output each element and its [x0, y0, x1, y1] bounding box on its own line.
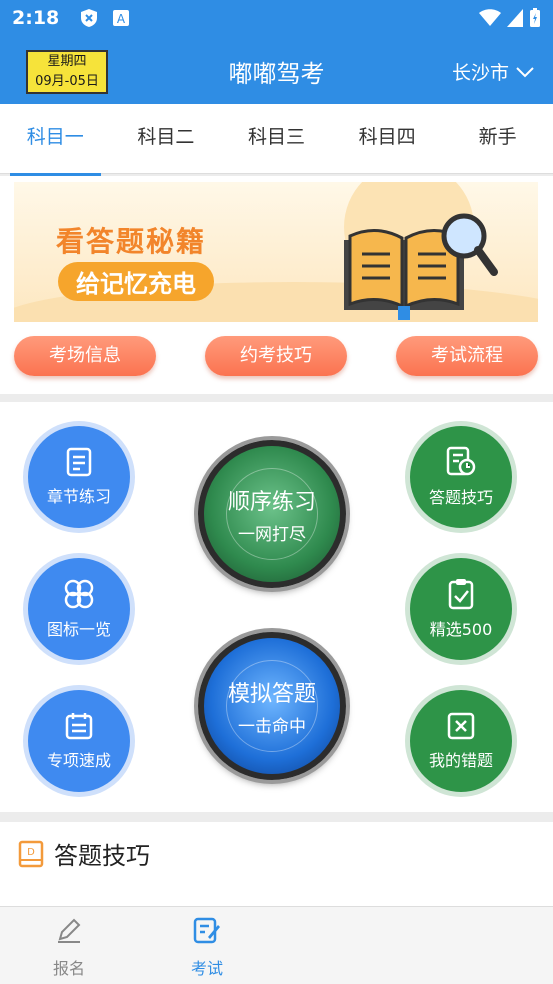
section-title: 答题技巧 — [54, 842, 150, 870]
promo-banner[interactable]: 看答题秘籍 给记忆充电 — [14, 182, 538, 322]
clipboard-check-icon — [448, 579, 474, 610]
exam-site-info-button[interactable]: 考场信息 — [14, 336, 156, 376]
shield-icon — [81, 9, 98, 27]
exam-edit-icon — [193, 917, 220, 944]
status-time: 2:18 — [12, 7, 60, 29]
nav-third[interactable] — [276, 907, 414, 984]
clover-icon — [64, 579, 94, 609]
quick-links: 考场信息 约考技巧 考试流程 — [14, 336, 538, 376]
section-header: D 答题技巧 — [18, 836, 150, 871]
answer-tips-button[interactable]: 答题技巧 — [410, 426, 512, 528]
error-document-icon — [447, 712, 475, 740]
radar-ring — [226, 660, 318, 752]
icon-overview-button[interactable]: 图标一览 — [28, 558, 130, 660]
tips-section: D 答题技巧 — [0, 822, 553, 912]
clock-document-icon — [446, 446, 476, 476]
status-bar: 2:18 A — [0, 0, 553, 36]
sequential-practice-button[interactable]: 顺序练习 一网打尽 — [198, 440, 346, 588]
special-training-button[interactable]: 专项速成 — [28, 690, 130, 792]
chapter-practice-label: 章节练习 — [46, 487, 111, 506]
special-training-label: 专项速成 — [46, 751, 111, 770]
nav-register[interactable]: 报名 — [0, 907, 138, 984]
app-bar: 星期四 09月-05日 嘟嘟驾考 长沙市 — [0, 36, 553, 104]
banner-headline: 看答题秘籍 — [56, 225, 207, 258]
nav-register-label: 报名 — [52, 959, 85, 978]
practice-menu: 章节练习 图标一览 专项速成 答题技巧 精选500 我的错题 顺序练习 一网打尽… — [0, 402, 553, 812]
tab-beginner[interactable]: 新手 — [442, 104, 553, 173]
tab-subject-3[interactable]: 科目三 — [221, 104, 332, 173]
bottom-navigation: 报名 考试 — [0, 906, 553, 984]
book-icon: D — [18, 840, 44, 867]
wrong-questions-label: 我的错题 — [428, 751, 493, 770]
city-label: 长沙市 — [451, 62, 509, 84]
battery-icon — [530, 8, 540, 27]
signal-icon — [507, 9, 523, 27]
wifi-icon — [479, 9, 501, 26]
answer-tips-label: 答题技巧 — [428, 488, 493, 507]
exam-process-button[interactable]: 考试流程 — [396, 336, 538, 376]
city-selector[interactable]: 长沙市 — [452, 58, 535, 85]
nav-exam[interactable]: 考试 — [138, 907, 276, 984]
svg-text:A: A — [117, 12, 126, 26]
radar-ring — [226, 468, 318, 560]
subject-tabs: 科目一 科目二 科目三 科目四 新手 — [0, 104, 553, 177]
selected-500-button[interactable]: 精选500 — [410, 558, 512, 660]
svg-text:D: D — [27, 847, 35, 858]
icon-overview-label: 图标一览 — [46, 620, 111, 639]
wrong-questions-button[interactable]: 我的错题 — [410, 690, 512, 792]
booking-tips-button[interactable]: 约考技巧 — [205, 336, 347, 376]
banner-subline: 给记忆充电 — [58, 262, 214, 301]
tab-subject-1[interactable]: 科目一 — [0, 104, 111, 177]
chevron-down-icon — [516, 66, 534, 77]
selected-500-label: 精选500 — [429, 620, 493, 639]
calendar-icon — [65, 713, 93, 740]
tab-subject-2[interactable]: 科目二 — [111, 104, 222, 173]
book-magnifier-icon — [344, 213, 498, 320]
pencil-icon — [58, 918, 81, 943]
notification-a-icon: A — [113, 10, 130, 26]
chapter-practice-button[interactable]: 章节练习 — [28, 426, 130, 528]
tab-subject-4[interactable]: 科目四 — [332, 104, 443, 173]
mock-exam-button[interactable]: 模拟答题 一击命中 — [198, 632, 346, 780]
banner-section: 看答题秘籍 给记忆充电 考场信息 约考技巧 考试流程 — [0, 176, 553, 394]
document-icon — [66, 447, 92, 477]
nav-exam-label: 考试 — [190, 959, 223, 978]
